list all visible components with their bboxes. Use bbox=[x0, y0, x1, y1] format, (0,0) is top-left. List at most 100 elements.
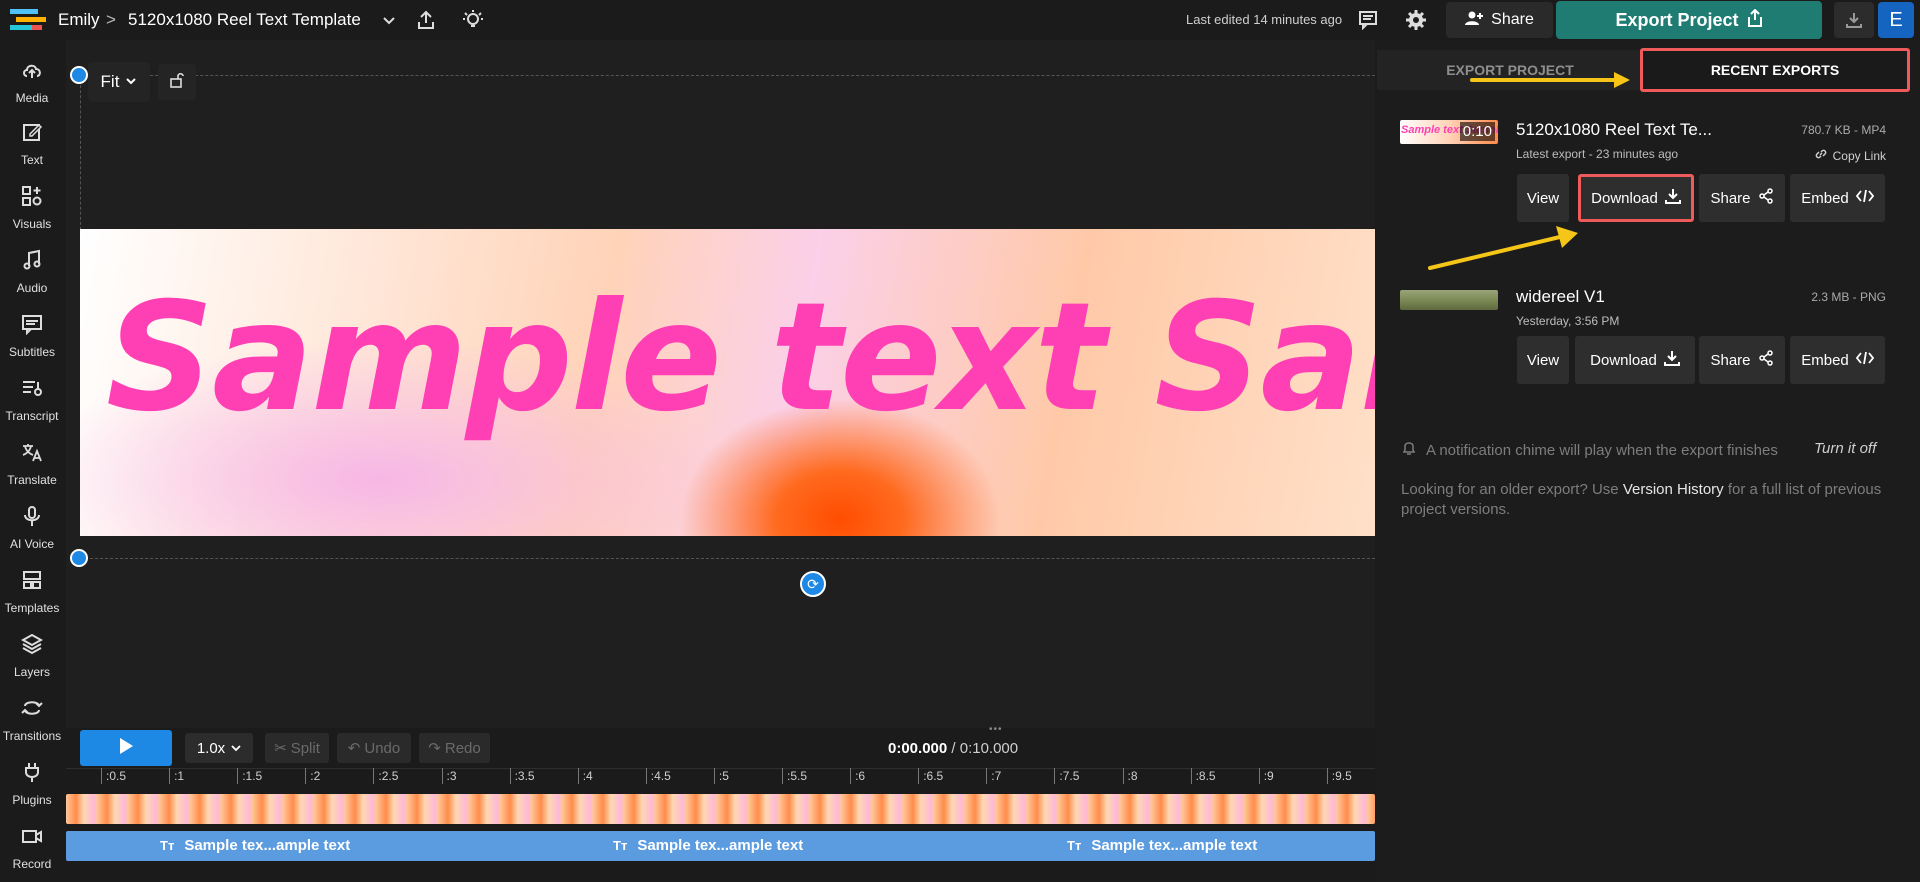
video-frame[interactable]: Sample text Sample text bbox=[80, 229, 1375, 536]
share-button[interactable]: Share bbox=[1446, 2, 1553, 38]
resize-handle-top-left[interactable] bbox=[70, 66, 88, 84]
settings-gear-icon[interactable] bbox=[1403, 7, 1429, 33]
user-avatar[interactable]: E bbox=[1878, 2, 1914, 38]
chevron-down-icon bbox=[125, 72, 137, 92]
notification-text: A notification chime will play when the … bbox=[1426, 441, 1778, 459]
split-button[interactable]: ✂ Split bbox=[265, 733, 329, 763]
share-out-icon bbox=[1747, 8, 1763, 32]
sidebar-item-templates[interactable]: Templates bbox=[0, 564, 64, 620]
timeline-tick-label: :1.5 bbox=[237, 768, 262, 784]
sidebar-item-visuals[interactable]: Visuals bbox=[0, 180, 64, 236]
sidebar-item-transcript[interactable]: Transcript bbox=[0, 372, 64, 428]
timeline-tick-label: :4 bbox=[577, 768, 593, 784]
speed-label: 1.0x bbox=[196, 739, 226, 757]
download-button[interactable]: Download bbox=[1578, 174, 1694, 222]
text-type-icon: Tт bbox=[613, 838, 628, 853]
play-button[interactable] bbox=[80, 730, 172, 766]
sidebar-item-media[interactable]: Media bbox=[0, 54, 64, 110]
playback-speed-dropdown[interactable]: 1.0x bbox=[185, 733, 253, 763]
share-nodes-icon bbox=[1758, 188, 1774, 208]
text-type-icon: Tт bbox=[160, 838, 175, 853]
add-person-icon bbox=[1465, 10, 1484, 31]
download-icon[interactable] bbox=[1834, 2, 1874, 38]
comments-icon[interactable] bbox=[1355, 7, 1381, 33]
embed-button[interactable]: Embed bbox=[1790, 174, 1885, 222]
unlock-icon bbox=[169, 72, 185, 93]
export-thumbnail[interactable]: Sample text Sample text 0:10 bbox=[1400, 120, 1498, 144]
music-note-icon bbox=[21, 249, 43, 276]
sidebar-item-label: Media bbox=[15, 91, 49, 105]
sidebar-item-record[interactable]: Record bbox=[0, 820, 64, 876]
older-hint-prefix: Looking for an older export? Use bbox=[1401, 481, 1623, 498]
download-button-label: Download bbox=[1590, 351, 1657, 369]
timeline-tick-label: :6.5 bbox=[918, 768, 943, 784]
export-timestamp: Yesterday, 3:56 PM bbox=[1516, 314, 1620, 328]
tab-recent-exports[interactable]: RECENT EXPORTS bbox=[1640, 48, 1910, 92]
share-nodes-icon bbox=[1758, 350, 1774, 370]
undo-button[interactable]: ↶ Undo bbox=[337, 733, 411, 763]
embed-label: Embed bbox=[1801, 189, 1849, 207]
sidebar-item-plugins[interactable]: Plugins bbox=[0, 756, 64, 812]
total-time: / 0:10.000 bbox=[947, 740, 1019, 757]
resize-grip-icon[interactable]: ••• bbox=[989, 724, 1003, 735]
timecode-display: 0:00.000 / 0:10.000 bbox=[888, 740, 1018, 757]
video-track-clip[interactable] bbox=[66, 794, 1375, 824]
code-icon bbox=[1855, 351, 1874, 369]
download-button[interactable]: Download bbox=[1575, 336, 1695, 384]
breadcrumb-separator: > bbox=[106, 10, 116, 29]
timeline-tick-label: :4.5 bbox=[645, 768, 671, 784]
download-icon bbox=[1664, 188, 1681, 208]
breadcrumb-user[interactable]: Emily bbox=[58, 10, 100, 30]
text-clip-name: Sample tex...ample text bbox=[1091, 837, 1258, 854]
upload-cloud-icon bbox=[21, 59, 43, 86]
code-icon bbox=[1855, 189, 1874, 207]
export-timestamp: Latest export - 23 minutes ago bbox=[1516, 147, 1679, 161]
undo-icon: ↶ bbox=[347, 740, 361, 757]
version-history-link[interactable]: Version History bbox=[1623, 481, 1724, 498]
sidebar-item-label: Plugins bbox=[12, 793, 52, 807]
app-logo-icon[interactable] bbox=[10, 7, 46, 33]
timeline-tick-label: :8 bbox=[1122, 768, 1138, 784]
layers-icon bbox=[20, 633, 44, 660]
sidebar-item-label: Transitions bbox=[2, 729, 62, 743]
microphone-icon bbox=[21, 505, 43, 532]
current-time: 0:00.000 bbox=[888, 740, 948, 757]
sample-text-layer[interactable]: Sample text Sample text bbox=[106, 271, 1375, 445]
timeline-tick-label: :5.5 bbox=[782, 768, 807, 784]
sidebar-item-subtitles[interactable]: Subtitles bbox=[0, 308, 64, 364]
export-name: widereel V1 bbox=[1516, 287, 1605, 306]
view-button[interactable]: View bbox=[1517, 336, 1569, 384]
redo-button[interactable]: ↷ Redo bbox=[419, 733, 490, 763]
share-export-button[interactable]: Share bbox=[1699, 336, 1785, 384]
sidebar-item-ai-voice[interactable]: AI Voice bbox=[0, 500, 64, 556]
export-name: 5120x1080 Reel Text Te... bbox=[1516, 120, 1712, 139]
chevron-down-icon[interactable] bbox=[376, 7, 402, 33]
resize-handle-bottom-left[interactable] bbox=[70, 549, 88, 567]
sidebar-item-layers[interactable]: Layers bbox=[0, 628, 64, 684]
bell-icon bbox=[1402, 440, 1416, 460]
export-project-button[interactable]: Export Project bbox=[1556, 1, 1822, 39]
timeline-tick-label: :5 bbox=[713, 768, 729, 784]
left-sidebar: Media Text Visuals Audio Subtitles Trans… bbox=[0, 40, 64, 882]
aspect-lock-button[interactable] bbox=[158, 64, 196, 100]
upload-icon[interactable] bbox=[413, 7, 439, 33]
export-thumbnail[interactable] bbox=[1400, 290, 1498, 310]
sidebar-item-transitions[interactable]: Transitions bbox=[0, 692, 64, 748]
lightbulb-icon[interactable] bbox=[460, 7, 486, 33]
share-export-button[interactable]: Share bbox=[1699, 174, 1785, 222]
text-type-icon: Tт bbox=[1067, 838, 1082, 853]
zoom-fit-dropdown[interactable]: Fit bbox=[88, 62, 150, 102]
embed-button[interactable]: Embed bbox=[1790, 336, 1885, 384]
sidebar-item-audio[interactable]: Audio bbox=[0, 244, 64, 300]
view-button[interactable]: View bbox=[1517, 174, 1569, 222]
sidebar-item-translate[interactable]: Translate bbox=[0, 436, 64, 492]
sidebar-item-text[interactable]: Text bbox=[0, 116, 64, 172]
embed-label: Embed bbox=[1801, 351, 1849, 369]
rotate-handle-icon[interactable]: ⟳ bbox=[800, 571, 826, 597]
timeline-tick-label: :7 bbox=[986, 768, 1001, 784]
copy-link-button[interactable]: Copy Link bbox=[1814, 147, 1886, 164]
playback-controls bbox=[66, 728, 1375, 768]
turn-off-link[interactable]: Turn it off bbox=[1814, 440, 1876, 457]
project-title[interactable]: 5120x1080 Reel Text Template bbox=[128, 10, 361, 30]
sidebar-item-label: Subtitles bbox=[8, 345, 56, 359]
